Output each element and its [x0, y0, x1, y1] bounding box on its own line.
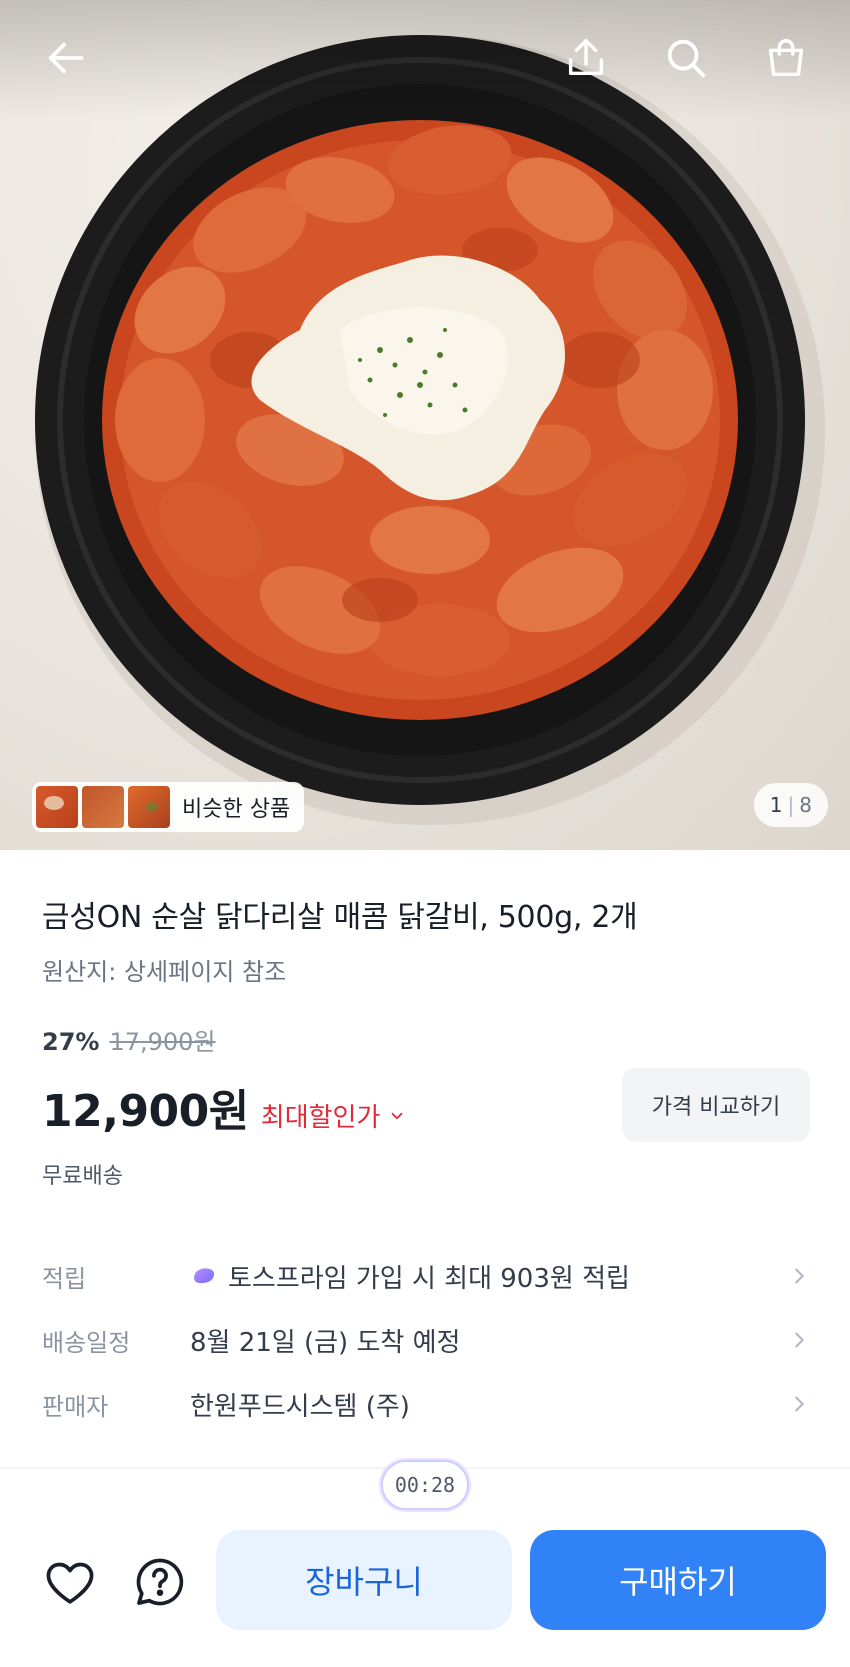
search-button[interactable] [656, 28, 716, 88]
detail-row-delivery[interactable]: 배송일정 8월 21일 (금) 도착 예정 [42, 1316, 810, 1364]
price-row: 12,900원 최대할인가 [42, 1075, 406, 1139]
search-icon [667, 39, 706, 78]
similar-products-chip[interactable]: 비슷한 상품 [32, 782, 305, 832]
share-button[interactable] [556, 28, 616, 88]
detail-row-seller[interactable]: 판매자 한원푸드시스템 (주) [42, 1380, 810, 1428]
top-nav-bar [0, 0, 850, 120]
sale-price: 12,900원 [42, 1086, 249, 1137]
product-image[interactable]: 비슷한 상품 1 | 8 [0, 0, 850, 850]
detail-label: 적립 [42, 1264, 87, 1293]
price-compare-button[interactable]: 가격 비교하기 [622, 1068, 810, 1142]
toss-prime-icon [194, 1268, 215, 1284]
back-button[interactable] [36, 28, 96, 88]
detail-value: 토스프라임 가입 시 최대 903원 적립 [190, 1258, 788, 1295]
chevron-right-icon [795, 1396, 804, 1412]
question-button[interactable] [128, 1550, 192, 1614]
counter-separator: | [787, 793, 795, 817]
shopping-bag-icon [768, 39, 804, 77]
points-text: 토스프라임 가입 시 최대 903원 적립 [228, 1263, 630, 1294]
discount-percent: 27% [42, 1028, 100, 1056]
discount-row: 27% 17,900원 [42, 1022, 216, 1057]
product-title: 금성ON 순살 닭다리살 매콤 닭갈비, 500g, 2개 [42, 900, 638, 935]
similar-thumb [36, 786, 78, 828]
timer-badge: 00:28 [381, 1460, 469, 1510]
back-arrow-icon [48, 42, 84, 74]
chevron-right-icon [795, 1332, 804, 1348]
share-icon [568, 39, 604, 76]
detail-row-points[interactable]: 적립 토스프라임 가입 시 최대 903원 적립 [42, 1252, 810, 1300]
shipping-info: 무료배송 [42, 1164, 123, 1189]
detail-value: 8월 21일 (금) 도착 예정 [190, 1327, 461, 1358]
like-button[interactable] [38, 1550, 102, 1614]
detail-value: 한원푸드시스템 (주) [190, 1391, 410, 1422]
max-discount-label: 최대할인가 [260, 1103, 381, 1133]
buy-now-button[interactable]: 구매하기 [530, 1530, 826, 1630]
max-discount-dropdown[interactable]: 최대할인가 [261, 1097, 407, 1134]
current-image-index: 1 [769, 793, 783, 817]
image-page-counter: 1 | 8 [753, 783, 828, 827]
add-to-cart-button[interactable]: 장바구니 [216, 1530, 512, 1630]
similar-thumb [128, 786, 170, 828]
chevron-down-icon [391, 1112, 403, 1119]
product-origin: 원산지: 상세페이지 참조 [42, 958, 287, 986]
similar-thumb [82, 786, 124, 828]
shopping-bag-button[interactable] [756, 28, 816, 88]
total-image-count: 8 [799, 793, 812, 817]
detail-label: 배송일정 [42, 1328, 131, 1357]
detail-label: 판매자 [42, 1392, 109, 1421]
original-price: 17,900원 [109, 1028, 216, 1056]
similar-products-label: 비슷한 상품 [182, 797, 291, 822]
chevron-right-icon [795, 1268, 804, 1284]
dak-galbi-photo [35, 35, 825, 825]
question-bubble-icon [136, 1558, 184, 1606]
heart-icon [46, 1562, 94, 1604]
